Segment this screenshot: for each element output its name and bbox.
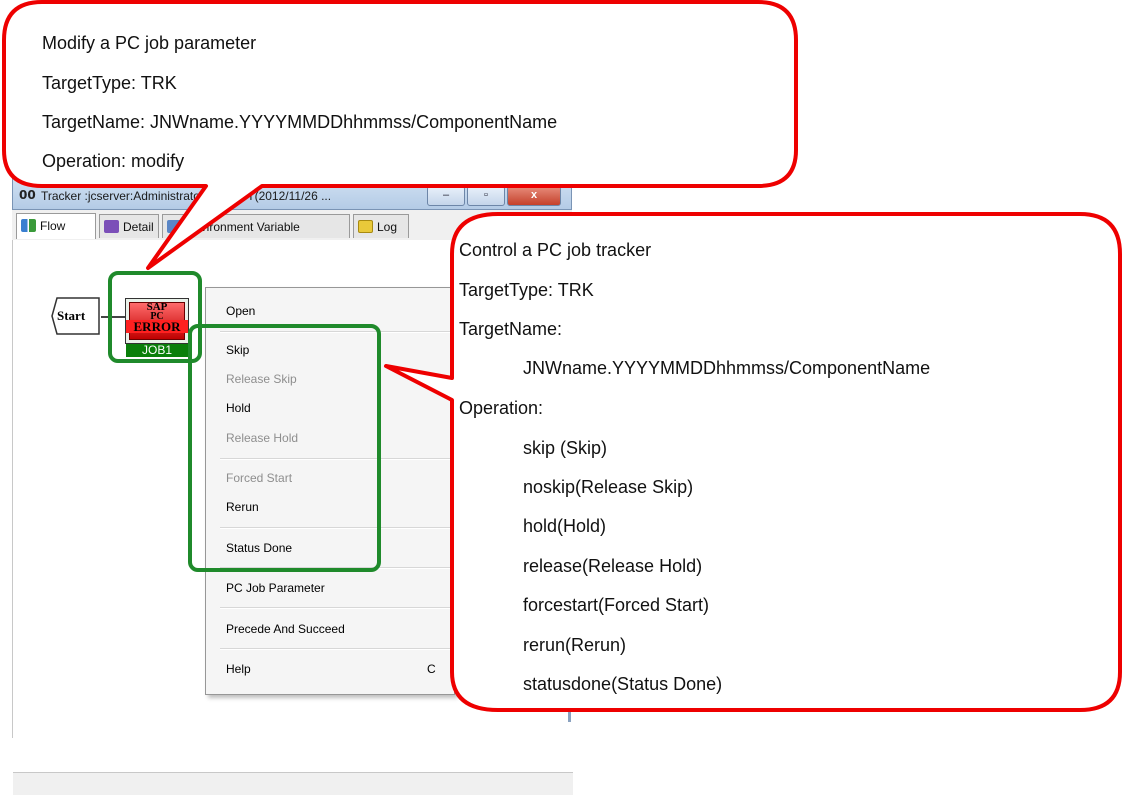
tracker-operation-item: skip (Skip) (523, 438, 608, 458)
tracker-operation-item: statusdone(Status Done) (523, 674, 723, 694)
tracker-callout-operation-label: Operation: (459, 398, 544, 418)
parameter-callout-target-name: TargetName: JNWname.YYYYMMDDhhmmss/Compo… (42, 112, 558, 132)
tracker-callout-heading: Control a PC job tracker (459, 240, 652, 260)
tracker-operation-item: noskip(Release Skip) (523, 477, 694, 497)
parameter-callout-heading: Modify a PC job parameter (42, 33, 257, 53)
parameter-callout-target-type: TargetType: TRK (42, 73, 177, 93)
tracker-operation-item: forcestart(Forced Start) (523, 595, 710, 615)
tracker-callout-target-type: TargetType: TRK (459, 280, 594, 300)
status-bar (13, 772, 573, 795)
tracker-operation-item: release(Release Hold) (523, 556, 703, 576)
tracker-callout-target-name-value: JNWname.YYYYMMDDhhmmss/ComponentName (523, 358, 931, 378)
tracker-operation-item: rerun(Rerun) (523, 635, 627, 655)
tracker-operation-item: hold(Hold) (523, 516, 607, 536)
tracker-callout-target-name-label: TargetName: (459, 319, 563, 339)
parameter-callout-operation: Operation: modify (42, 151, 185, 171)
